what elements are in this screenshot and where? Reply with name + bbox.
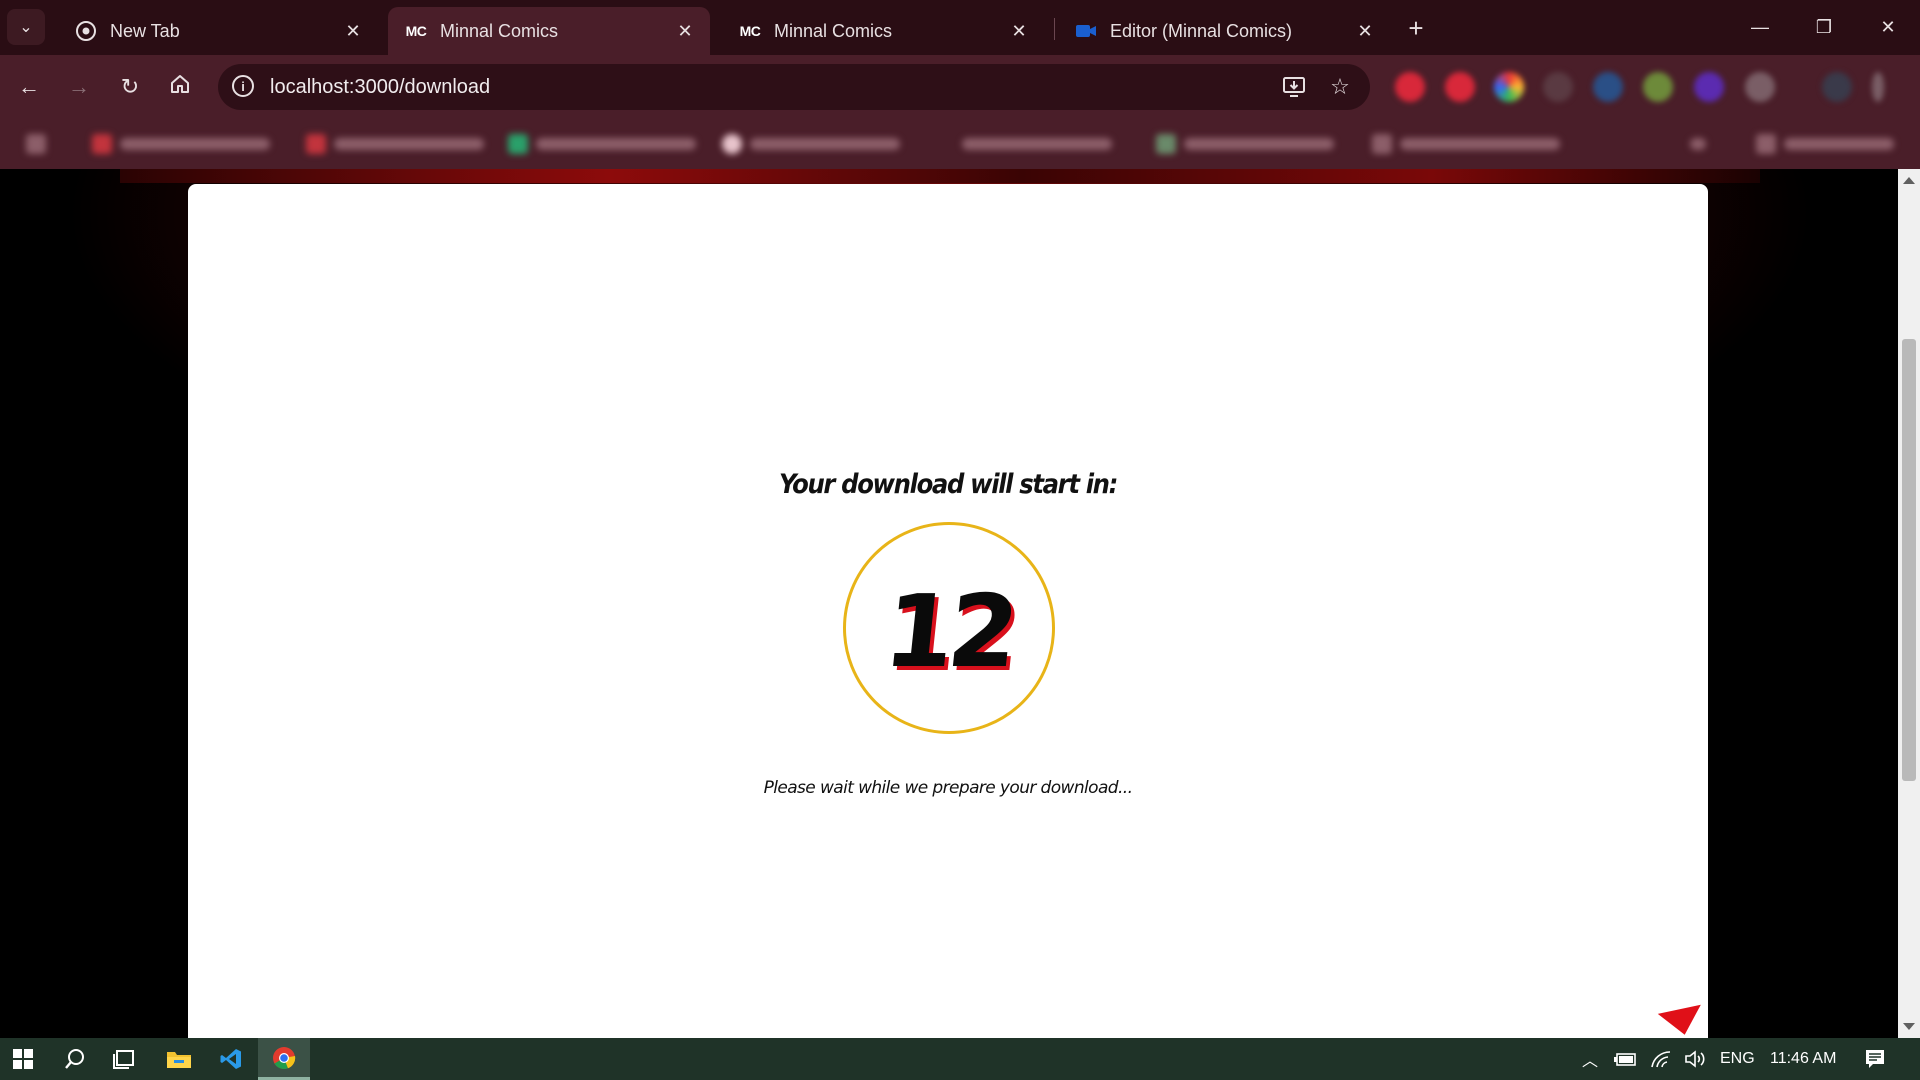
extension-icon[interactable] [1593,72,1623,102]
chevron-up-icon: ︿ [1582,1053,1599,1070]
bookmark-item[interactable] [722,133,900,155]
extension-icon[interactable] [1395,72,1425,102]
close-icon[interactable]: ✕ [1354,20,1376,42]
close-icon[interactable]: ✕ [1008,20,1030,42]
tab-search-button[interactable]: ⌄ [7,9,45,45]
reload-button[interactable]: ↻ [112,69,148,105]
tab-title: New Tab [110,20,180,41]
windows-taskbar: ︿ ENG 11:46 AM [0,1038,1920,1080]
close-icon[interactable]: ✕ [342,20,364,42]
navigation-bar: ← → ↻ i localhost:3000/download ☆ [0,55,1920,119]
arrow-right-icon: → [68,74,90,99]
restore-button[interactable]: ❐ [1792,0,1856,55]
vscode-button[interactable] [208,1038,254,1080]
bookmark-item[interactable] [1372,133,1560,155]
extension-icon[interactable] [1745,72,1775,102]
arrow-left-icon: ← [18,74,40,99]
home-icon [169,73,191,101]
close-window-button[interactable]: ✕ [1856,0,1920,55]
bookmark-item[interactable] [306,133,484,155]
tab-minnal-comics[interactable]: MC Minnal Comics ✕ [722,7,1044,55]
language-indicator[interactable]: ENG [1720,1038,1755,1080]
url-text: localhost:3000/download [270,76,491,98]
close-icon[interactable]: ✕ [674,20,696,42]
profile-avatar[interactable] [1822,72,1852,102]
chrome-icon [74,21,98,41]
minimize-button[interactable]: — [1728,0,1792,55]
download-modal: Your download will start in: 12 Please w… [188,184,1708,1038]
tab-minnal-comics-active[interactable]: MC Minnal Comics ✕ [388,7,710,55]
bookmark-item[interactable] [92,133,270,155]
battery-icon[interactable] [1614,1038,1638,1080]
tab-title: Minnal Comics [440,20,559,41]
countdown-ring: 12 [843,522,1055,734]
extension-icon[interactable] [1445,72,1475,102]
site-info-icon[interactable]: i [232,75,254,97]
reload-icon: ↻ [120,74,140,99]
chrome-icon [273,1046,296,1069]
chrome-taskbar-button[interactable] [258,1038,310,1080]
windows-icon [13,1049,33,1069]
video-editor-icon [1074,21,1098,41]
wifi-icon[interactable] [1650,1038,1672,1080]
scrollbar-thumb[interactable] [1902,339,1916,781]
file-explorer-button[interactable] [156,1038,202,1080]
page-header-backdrop [120,169,1760,183]
tab-new-tab[interactable]: New Tab ✕ [58,7,378,55]
countdown-number: 12 [879,572,1019,690]
minnal-comics-logo-icon: MC [405,23,427,39]
tab-strip: ⌄ New Tab ✕ MC Minnal Comics ✕ MC Minnal… [0,0,1920,55]
tab-separator [1054,18,1055,40]
tab-editor[interactable]: Editor (Minnal Comics) ✕ [1058,7,1390,55]
bookmarks-bar [0,119,1920,169]
volume-icon[interactable] [1684,1038,1708,1080]
restore-icon: ❐ [1815,17,1833,37]
start-button[interactable] [0,1038,46,1080]
vscode-icon [220,1049,241,1069]
folder-icon [167,1052,191,1068]
scroll-down-icon[interactable] [1903,1023,1915,1030]
extension-icon[interactable] [1543,72,1573,102]
page-scrollbar[interactable] [1898,169,1920,1038]
download-message: Please wait while we prepare your downlo… [763,778,1133,798]
extension-icon[interactable] [1694,72,1724,102]
back-button[interactable]: ← [11,69,47,105]
show-hidden-icons[interactable]: ︿ [1582,1038,1598,1080]
tab-title: Minnal Comics [774,20,893,41]
all-bookmarks[interactable] [1756,133,1894,155]
bookmark-item[interactable] [508,133,696,155]
new-tab-button[interactable]: + [1400,12,1432,44]
page-viewport: Your download will start in: 12 Please w… [0,169,1898,1038]
minnal-comics-logo-icon: MC [739,23,761,39]
bookmark-item[interactable] [1156,133,1334,155]
install-app-icon[interactable] [1280,73,1308,101]
chevron-down-icon: ⌄ [19,19,33,36]
task-view-icon [113,1050,134,1069]
bookmark-item[interactable] [1690,133,1706,155]
address-bar[interactable]: i localhost:3000/download ☆ [218,64,1370,110]
bookmark-item[interactable] [962,133,1112,155]
clock[interactable]: 11:46 AM [1770,1038,1836,1080]
notification-center-icon[interactable] [1864,1038,1886,1080]
tab-title: Editor (Minnal Comics) [1110,20,1293,41]
search-button[interactable] [52,1038,98,1080]
extension-icon[interactable] [1643,72,1673,102]
close-icon: ✕ [1880,17,1896,37]
search-icon [65,1049,84,1069]
task-view-button[interactable] [102,1038,148,1080]
scroll-up-icon[interactable] [1903,177,1915,184]
minimize-icon: — [1751,17,1769,37]
menu-icon[interactable] [1872,72,1884,102]
bookmark-star-icon[interactable]: ☆ [1326,73,1354,101]
download-heading: Your download will start in: [778,469,1118,500]
apps-icon[interactable] [26,133,54,155]
plus-icon: + [1408,12,1424,43]
home-button[interactable] [162,69,198,105]
forward-button[interactable]: → [61,69,97,105]
extension-icon[interactable] [1494,72,1524,102]
